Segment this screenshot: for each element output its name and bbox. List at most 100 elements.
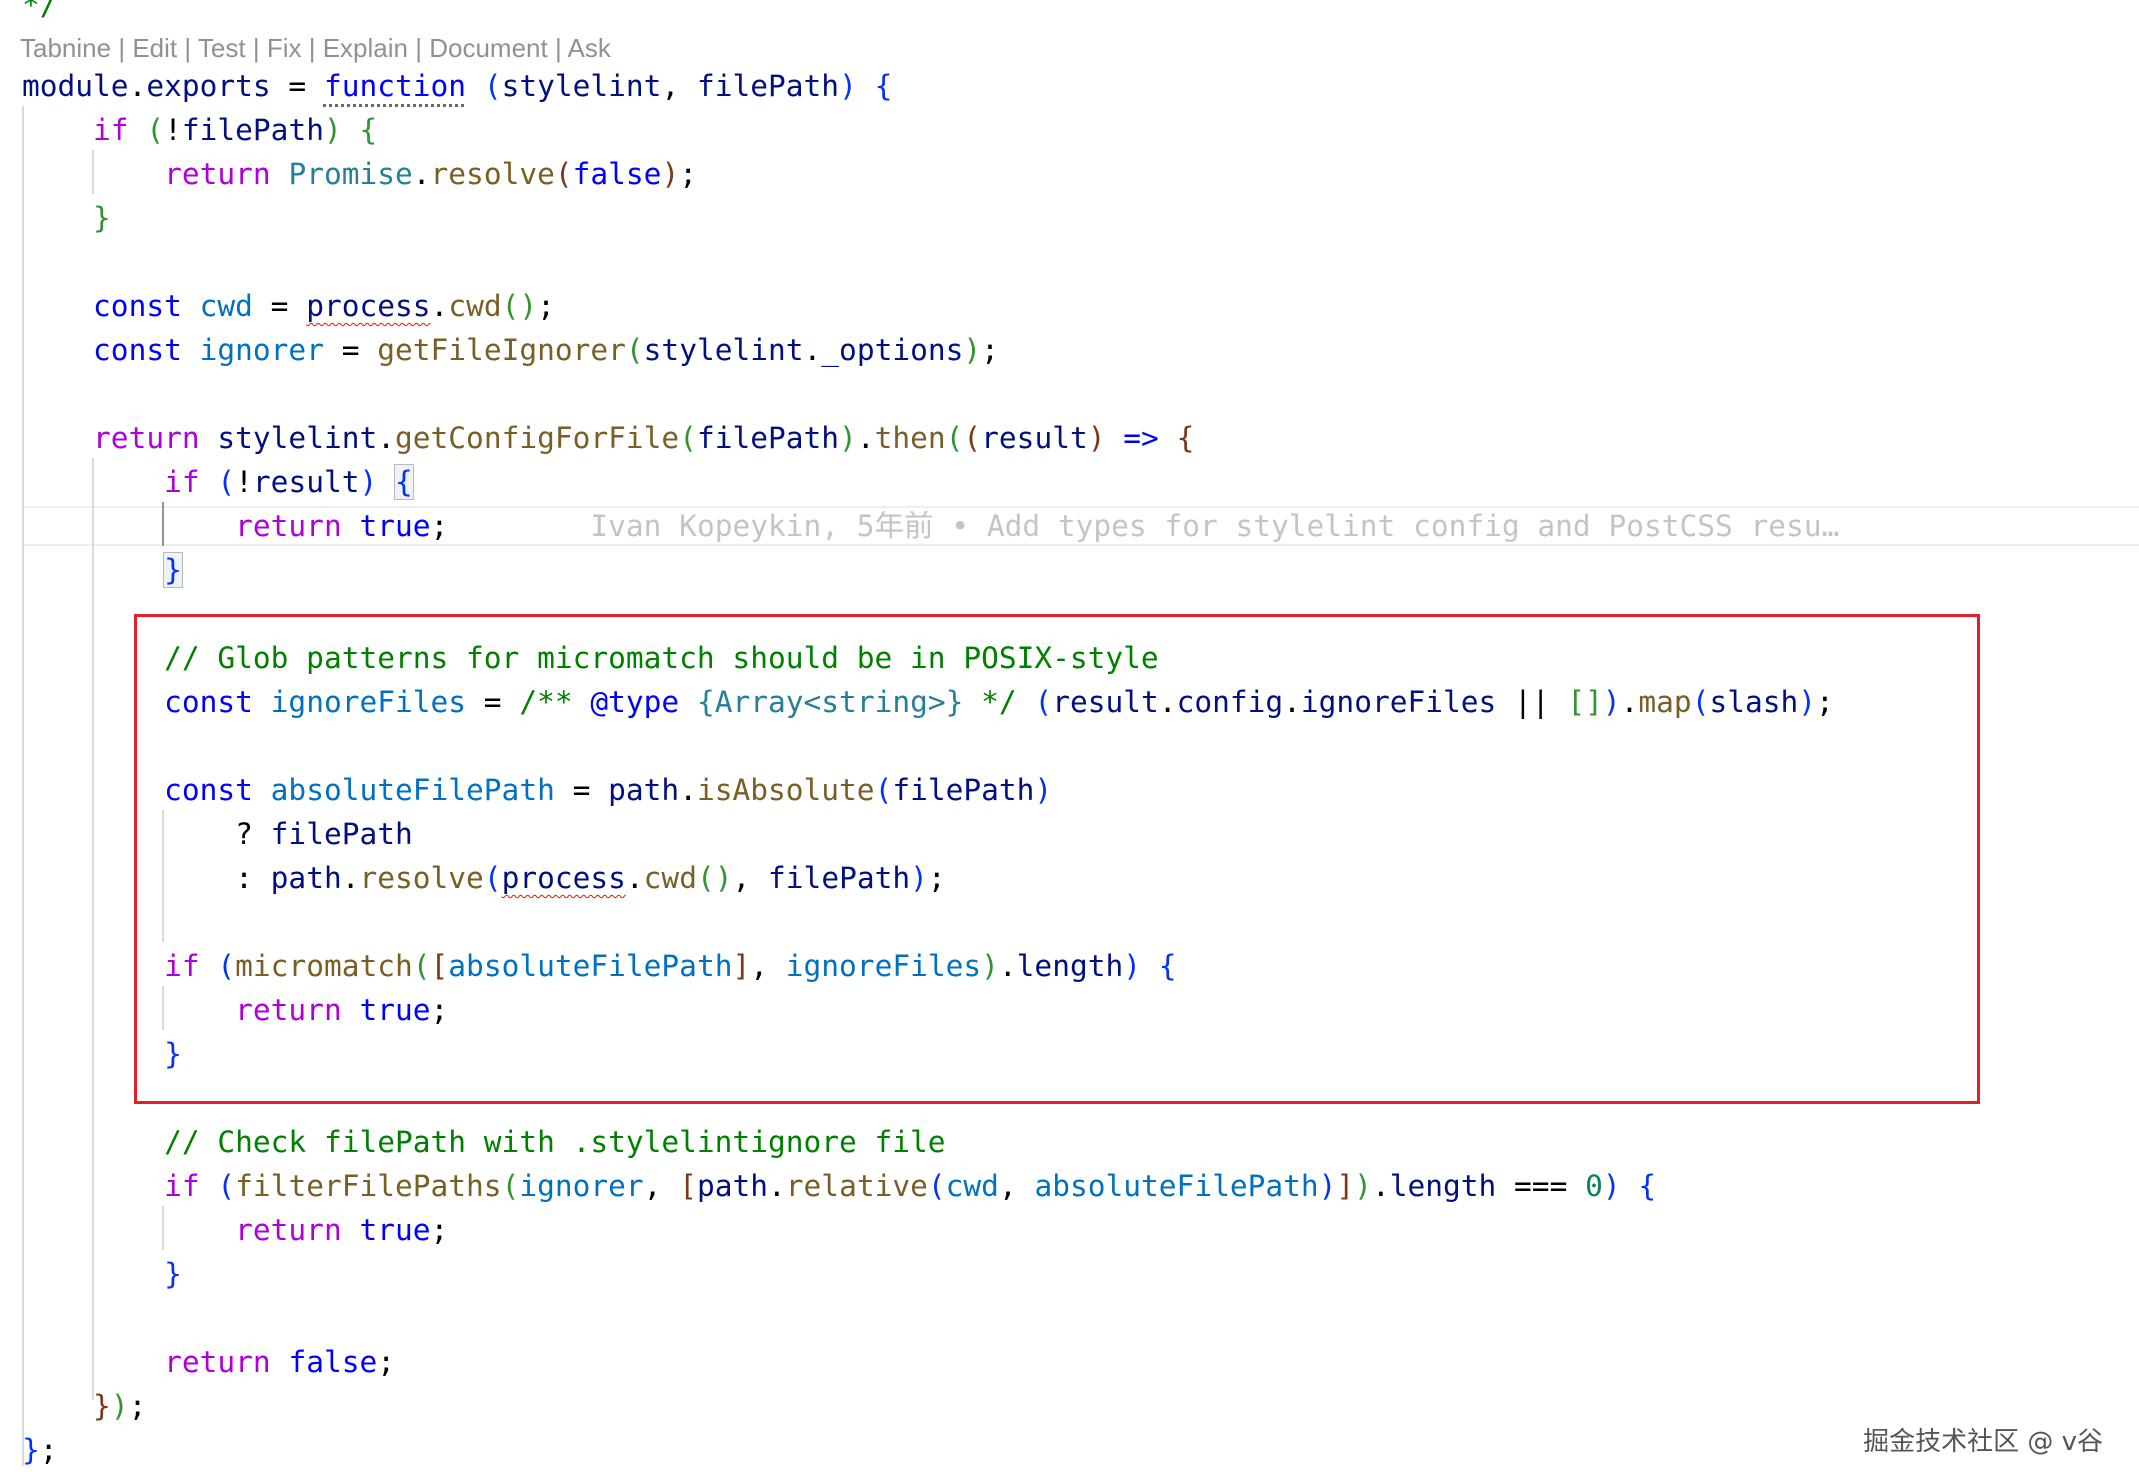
code-token: . [430, 289, 449, 323]
code-token: ] [1336, 1169, 1355, 1203]
code-line[interactable]: }); [22, 1384, 146, 1428]
code-token: [ [679, 1169, 697, 1203]
codelens-ask[interactable]: Ask [568, 33, 611, 63]
code-token: . [803, 333, 822, 367]
tabnine-codelens: Tabnine | Edit | Test | Fix | Explain | … [20, 28, 611, 68]
code-token: ( [217, 465, 236, 499]
code-token: getFileIgnorer [377, 333, 626, 367]
code-token: filePath [696, 69, 840, 103]
code-line[interactable]: // Check filePath with .stylelintignore … [22, 1120, 946, 1164]
codelens-separator: | [308, 33, 316, 63]
code-token: ) [839, 69, 857, 103]
code-token: ) [1602, 1169, 1621, 1203]
code-token: function [323, 69, 467, 103]
code-token: = [252, 289, 307, 323]
codelens-fix[interactable]: Fix [267, 33, 302, 63]
code-line[interactable]: return stylelint.getConfigForFile(filePa… [22, 416, 1194, 460]
code-token: ( [501, 1169, 520, 1203]
codelens-explain[interactable]: Explain [323, 33, 408, 63]
code-token: cwd [448, 289, 502, 323]
code-token: // Check filePath with .stylelintignore … [164, 1125, 946, 1159]
code-token: false [288, 1345, 378, 1379]
code-token: relative [785, 1169, 928, 1203]
code-token: , [998, 1169, 1035, 1203]
code-token: ) [661, 157, 680, 191]
code-line[interactable]: const cwd = process.cwd(); [22, 284, 555, 328]
code-token: length [1389, 1169, 1497, 1203]
code-token: { [359, 113, 378, 147]
code-token: . [377, 421, 396, 455]
code-token: false [572, 157, 662, 191]
code-token: process [306, 289, 431, 323]
code-token: stylelint [501, 69, 662, 103]
code-token: path [696, 1169, 769, 1203]
code-token: _options [821, 333, 964, 367]
code-line[interactable]: if (!result) { [22, 460, 414, 504]
code-line[interactable]: return true; Ivan Kopeykin, 5年前 • Add ty… [22, 504, 1839, 548]
code-line[interactable]: if (!filePath) { [22, 108, 377, 152]
code-line[interactable]: }; [22, 1428, 58, 1472]
code-line[interactable]: return true; [22, 1208, 448, 1252]
code-token: return [235, 509, 342, 543]
code-token: cwd [199, 289, 253, 323]
code-line[interactable]: } [22, 1252, 182, 1296]
code-token: resolve [430, 157, 555, 191]
code-token: return [235, 1213, 342, 1247]
code-token: return [164, 1345, 271, 1379]
code-token: ( [466, 69, 502, 103]
code-token: } [93, 1389, 111, 1423]
code-token: ; [537, 289, 555, 323]
code-token: ; [430, 509, 449, 543]
code-token: === [1496, 1169, 1586, 1203]
code-token: ignorer [519, 1169, 644, 1203]
code-token: ; [430, 1213, 449, 1247]
code-token: ) [323, 113, 342, 147]
code-token: => [1123, 421, 1159, 455]
code-line[interactable]: const ignorer = getFileIgnorer(stylelint… [22, 328, 999, 372]
code-token: result [252, 465, 360, 499]
code-token: const [93, 333, 182, 367]
codelens-document[interactable]: Document [429, 33, 548, 63]
codelens-test[interactable]: Test [198, 33, 246, 63]
code-token: ; [981, 333, 999, 367]
code-line[interactable]: return false; [22, 1340, 395, 1384]
red-highlight-box [134, 614, 1980, 1104]
code-token: then [874, 421, 946, 455]
code-token: filterFilePaths [235, 1169, 502, 1203]
code-token: ( [217, 1169, 236, 1203]
code-line[interactable]: } [22, 196, 111, 240]
codelens-edit[interactable]: Edit [132, 33, 177, 63]
code-line[interactable]: } [22, 548, 183, 592]
codelens-separator: | [415, 33, 422, 63]
code-token: if [93, 113, 129, 147]
code-token: true [359, 509, 431, 543]
codelens-separator: | [252, 33, 260, 63]
code-token: ) [963, 333, 982, 367]
code-line[interactable]: if (filterFilePaths(ignorer, [path.relat… [22, 1164, 1656, 1208]
codelens-tabnine[interactable]: Tabnine [20, 33, 111, 63]
code-token: const [93, 289, 182, 323]
code-token: . [856, 421, 875, 455]
code-line[interactable]: module.exports = function (stylelint, fi… [22, 64, 892, 108]
code-editor[interactable]: */ Tabnine | Edit | Test | Fix | Explain… [0, 0, 2139, 1484]
code-line[interactable]: return Promise.resolve(false); [22, 152, 697, 196]
code-token: filePath [181, 113, 324, 147]
